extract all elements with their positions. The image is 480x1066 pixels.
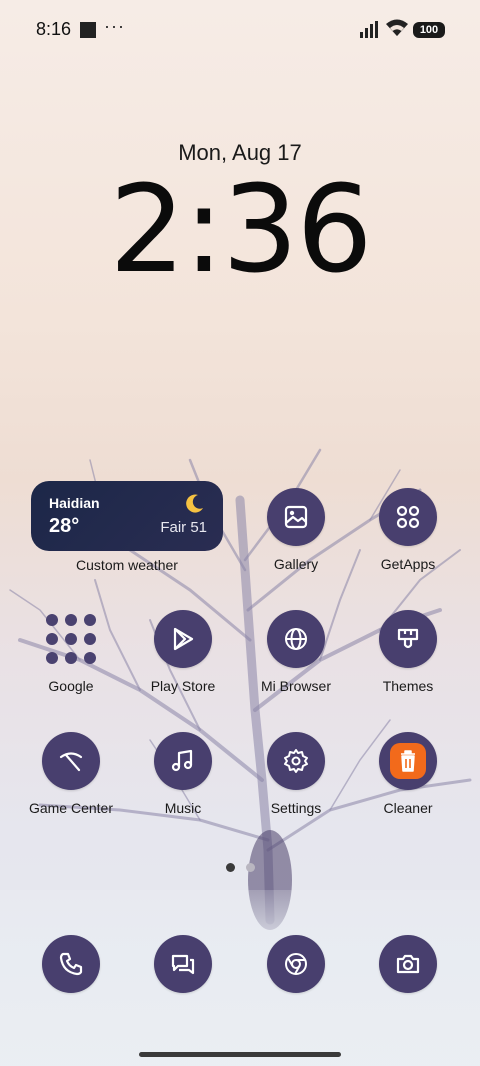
status-bar: 8:16 ··· 100 <box>0 0 480 60</box>
camera-icon <box>379 935 437 993</box>
app-label: Game Center <box>28 800 114 816</box>
weather-city: Haidian <box>49 495 100 511</box>
dock-phone[interactable] <box>21 935 121 993</box>
app-label: Settings <box>270 800 322 816</box>
google-folder-icon <box>42 610 100 668</box>
app-label: GetApps <box>380 556 436 572</box>
page-dot-active <box>226 863 235 872</box>
signal-icon <box>360 21 378 38</box>
app-music[interactable]: Music <box>133 732 233 816</box>
phone-icon <box>42 935 100 993</box>
status-time: 8:16 <box>36 19 72 39</box>
themes-icon <box>379 610 437 668</box>
getapps-icon <box>379 488 437 546</box>
gesture-handle[interactable] <box>139 1052 341 1057</box>
page-dot <box>246 863 255 872</box>
game-center-icon <box>42 732 100 790</box>
app-label: Google <box>48 678 94 694</box>
app-label: Cleaner <box>383 800 433 816</box>
app-label: Music <box>164 800 202 816</box>
cleaner-icon <box>379 732 437 790</box>
app-getapps[interactable]: GetApps <box>358 488 458 572</box>
more-notifications-icon: ··· <box>104 16 125 36</box>
app-label: Gallery <box>273 556 319 572</box>
clock-text[interactable]: 2:36 <box>0 166 480 296</box>
weather-temperature: 28° <box>49 515 80 537</box>
app-play-store[interactable]: Play Store <box>133 610 233 694</box>
music-icon <box>154 732 212 790</box>
settings-icon <box>267 732 325 790</box>
browser-icon <box>267 610 325 668</box>
app-settings[interactable]: Settings <box>246 732 346 816</box>
app-game-center[interactable]: Game Center <box>21 732 121 816</box>
play-store-icon <box>154 610 212 668</box>
page-indicator[interactable] <box>224 862 264 874</box>
app-cleaner[interactable]: Cleaner <box>358 732 458 816</box>
app-gallery[interactable]: Gallery <box>246 488 346 572</box>
app-themes[interactable]: Themes <box>358 610 458 694</box>
dock-messages[interactable] <box>133 935 233 993</box>
notification-icon <box>80 22 96 38</box>
weather-widget-label: Custom weather <box>76 557 178 573</box>
dock-chrome[interactable] <box>246 935 346 993</box>
chrome-icon <box>267 935 325 993</box>
battery-indicator: 100 <box>413 22 445 38</box>
app-mi-browser[interactable]: Mi Browser <box>246 610 346 694</box>
app-google-folder[interactable]: Google <box>21 610 121 694</box>
app-label: Themes <box>382 678 434 694</box>
dock-camera[interactable] <box>358 935 458 993</box>
weather-condition: Fair 51 <box>160 519 207 536</box>
gallery-icon <box>267 488 325 546</box>
app-label: Mi Browser <box>260 678 331 694</box>
moon-icon <box>186 494 203 513</box>
weather-widget[interactable]: Haidian 28° Fair 51 <box>31 481 223 551</box>
app-label: Play Store <box>150 678 216 694</box>
wifi-icon <box>386 19 408 36</box>
messages-icon <box>154 935 212 993</box>
